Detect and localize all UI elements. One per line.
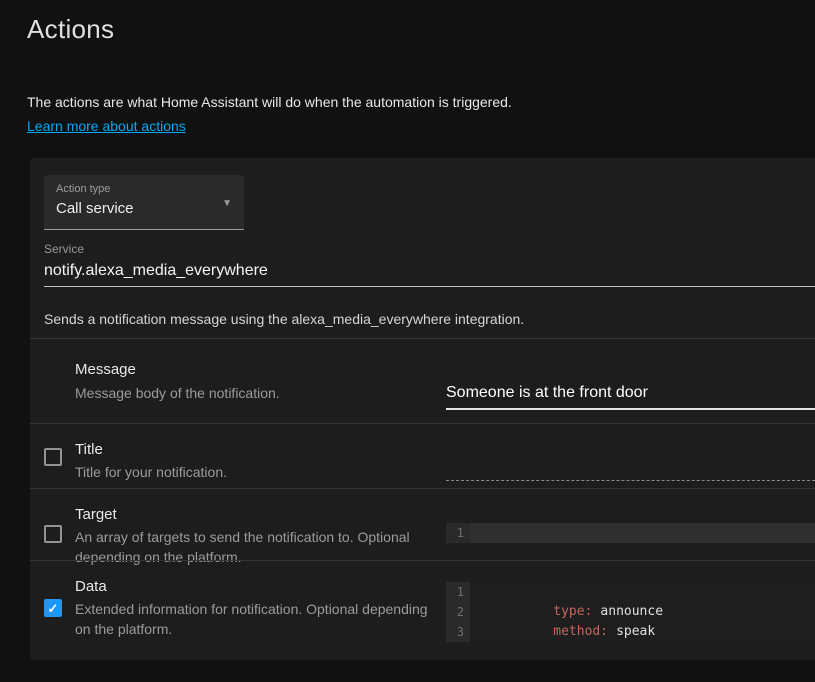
field-description-target: An array of targets to send the notifica…	[75, 527, 440, 567]
page-title: Actions	[27, 14, 114, 45]
service-description: Sends a notification message using the a…	[44, 311, 524, 327]
data-checkbox[interactable]: ✓	[44, 599, 62, 617]
action-type-select[interactable]: Action type Call service ▼	[44, 175, 244, 230]
field-description-title: Title for your notification.	[75, 462, 440, 482]
field-description-message: Message body of the notification.	[75, 383, 440, 403]
divider	[30, 560, 815, 561]
divider	[30, 423, 815, 424]
service-input-underline	[44, 286, 815, 287]
data-yaml-editor[interactable]: 1 type:announce 2 method:speak 3	[446, 581, 815, 643]
code-line: 3	[446, 622, 815, 642]
code-line: 2 method:speak	[446, 602, 815, 622]
code-line: 1	[446, 523, 815, 543]
code-content	[470, 622, 815, 642]
learn-more-link[interactable]: Learn more about actions	[27, 118, 186, 134]
divider	[30, 488, 815, 489]
chevron-down-icon: ▼	[222, 198, 232, 209]
intro-text: The actions are what Home Assistant will…	[27, 94, 512, 110]
line-number: 1	[446, 582, 470, 602]
action-card: Action type Call service ▼ Service notif…	[30, 158, 815, 660]
code-content: type:announce	[470, 582, 815, 602]
message-value: Someone is at the front door	[446, 384, 648, 401]
field-name-target: Target	[75, 506, 117, 523]
message-input[interactable]: Someone is at the front door	[446, 384, 815, 410]
code-line: 1 type:announce	[446, 582, 815, 602]
action-type-label: Action type	[56, 183, 110, 195]
line-number: 2	[446, 602, 470, 622]
automation-actions-panel: Actions The actions are what Home Assist…	[0, 0, 815, 682]
target-yaml-editor[interactable]: 1	[446, 520, 815, 547]
target-checkbox[interactable]	[44, 525, 62, 543]
title-checkbox[interactable]	[44, 448, 62, 466]
field-name-message: Message	[75, 361, 136, 378]
line-number: 1	[446, 523, 470, 543]
field-name-title: Title	[75, 441, 103, 458]
action-type-value: Call service	[56, 200, 134, 217]
line-number: 3	[446, 622, 470, 642]
code-content: method:speak	[470, 602, 815, 622]
field-description-data: Extended information for notification. O…	[75, 599, 440, 639]
service-input[interactable]: notify.alexa_media_everywhere	[44, 262, 268, 280]
field-name-data: Data	[75, 578, 107, 595]
code-content	[470, 523, 815, 543]
title-input-disabled	[446, 480, 815, 481]
service-label: Service	[44, 242, 84, 256]
divider	[30, 338, 815, 339]
checkmark-icon: ✓	[48, 602, 59, 615]
